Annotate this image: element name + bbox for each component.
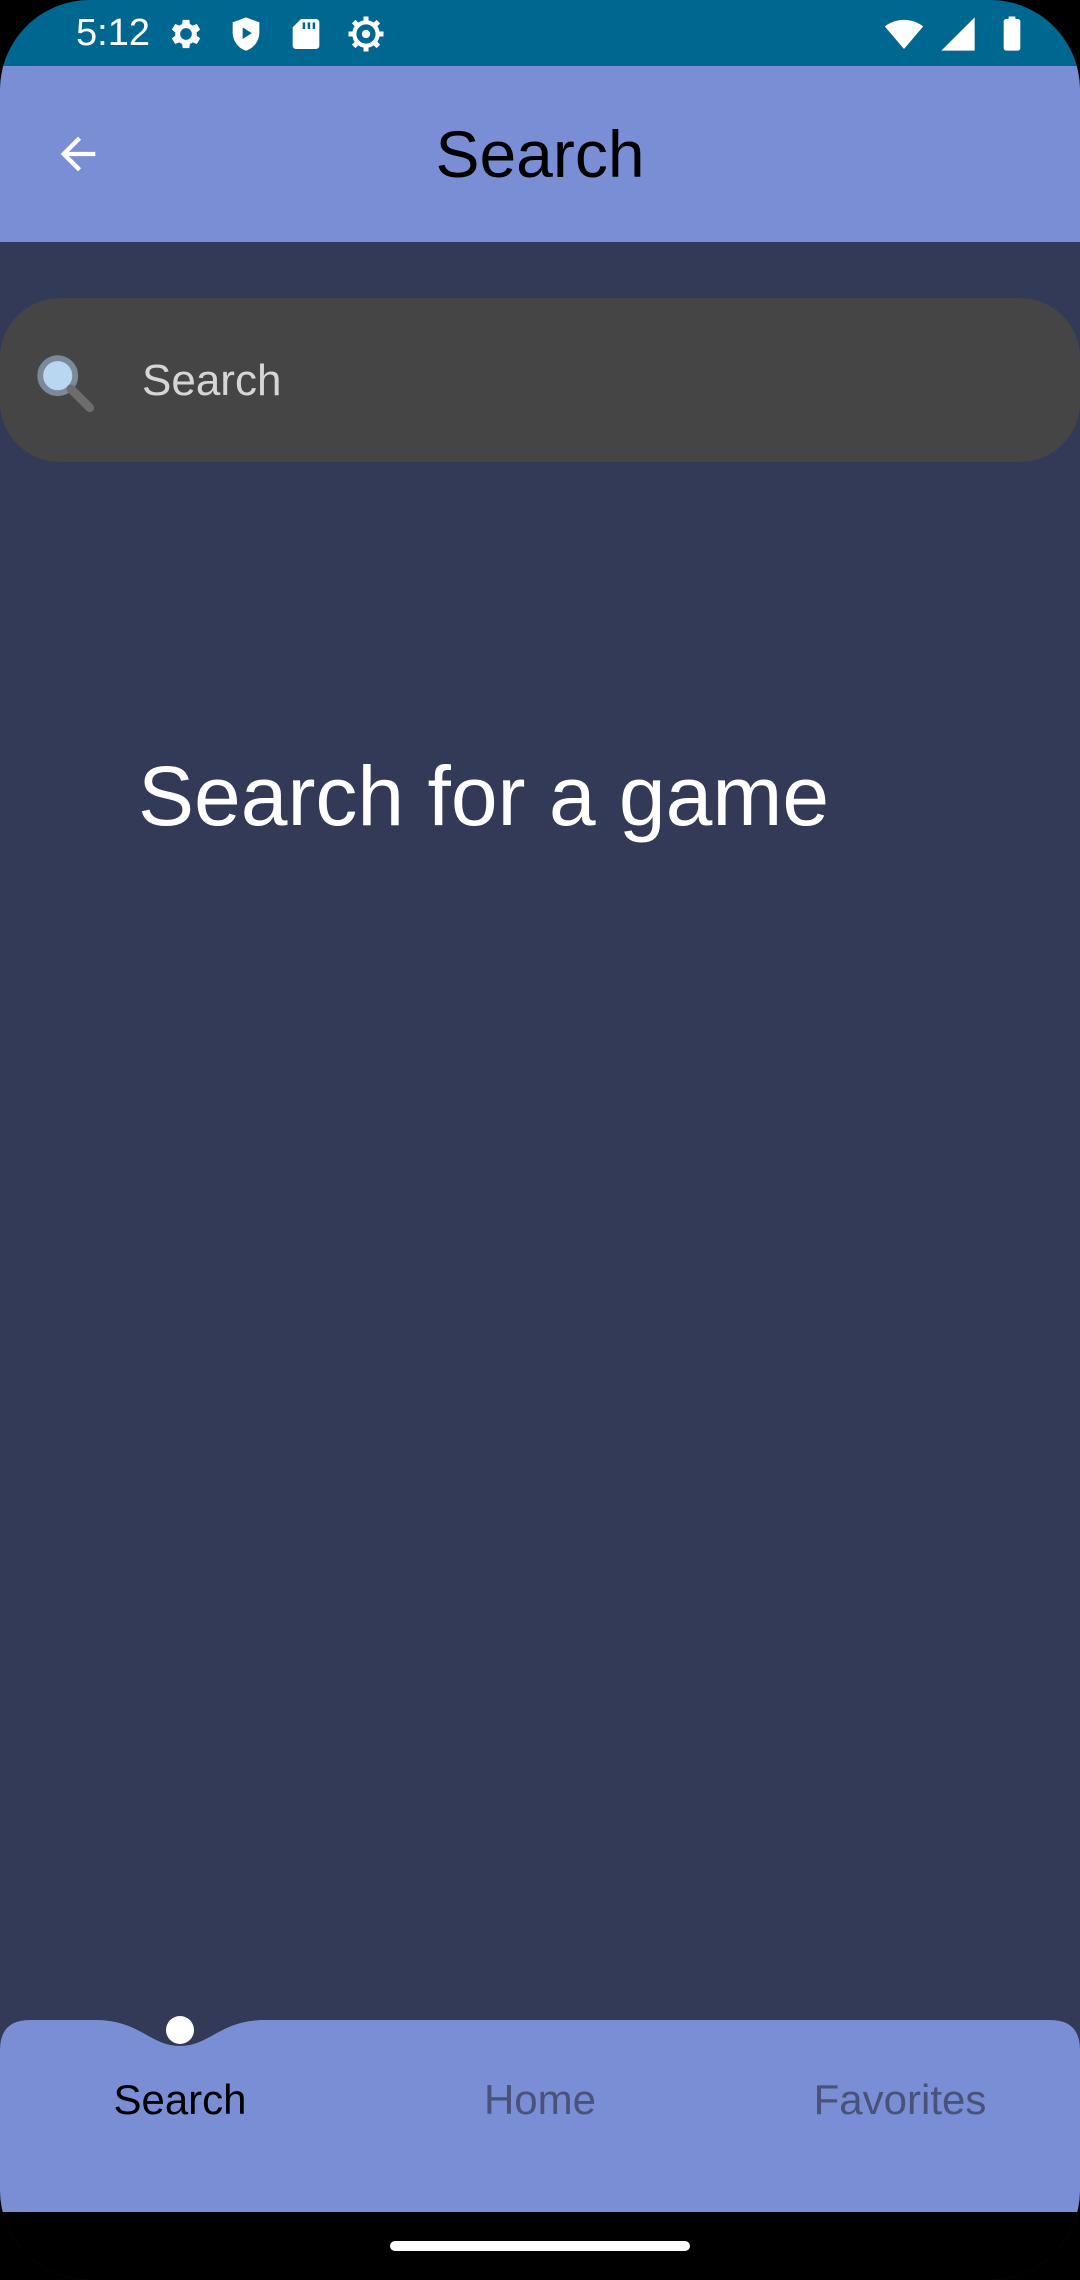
page-title: Search	[435, 117, 645, 191]
status-bar: 5:12	[0, 0, 1080, 66]
tab-favorites-label: Favorites	[813, 2076, 987, 2123]
active-tab-indicator	[166, 2016, 194, 2044]
shield-play-icon	[226, 14, 266, 54]
status-time: 5:12	[76, 12, 150, 54]
battery-icon	[992, 14, 1032, 54]
tab-search[interactable]: Search	[0, 2060, 360, 2140]
search-input[interactable]	[142, 346, 1022, 416]
magnifier-icon	[30, 348, 100, 418]
status-icons-left	[166, 14, 386, 54]
sd-card-icon	[286, 14, 326, 54]
gear-icon	[166, 14, 206, 54]
signal-icon	[938, 14, 978, 54]
home-gesture-handle[interactable]	[390, 2241, 690, 2251]
tab-search-label: Search	[113, 2076, 247, 2123]
app-bar: Search	[0, 66, 1080, 242]
tab-home-label: Home	[483, 2076, 597, 2123]
wifi-icon	[884, 14, 924, 54]
tab-favorites[interactable]: Favorites	[720, 2060, 1080, 2140]
settings-cog-icon	[346, 14, 386, 54]
app-screen: 5:12 Search Search Search for a game Sea…	[0, 0, 1080, 2280]
arrow-left-icon	[60, 136, 96, 172]
empty-state-message: Search for a game	[138, 749, 830, 843]
back-button[interactable]	[40, 116, 116, 192]
search-bar[interactable]	[0, 298, 1080, 462]
tab-home[interactable]: Home	[360, 2060, 720, 2140]
status-icons-right	[884, 14, 1032, 54]
